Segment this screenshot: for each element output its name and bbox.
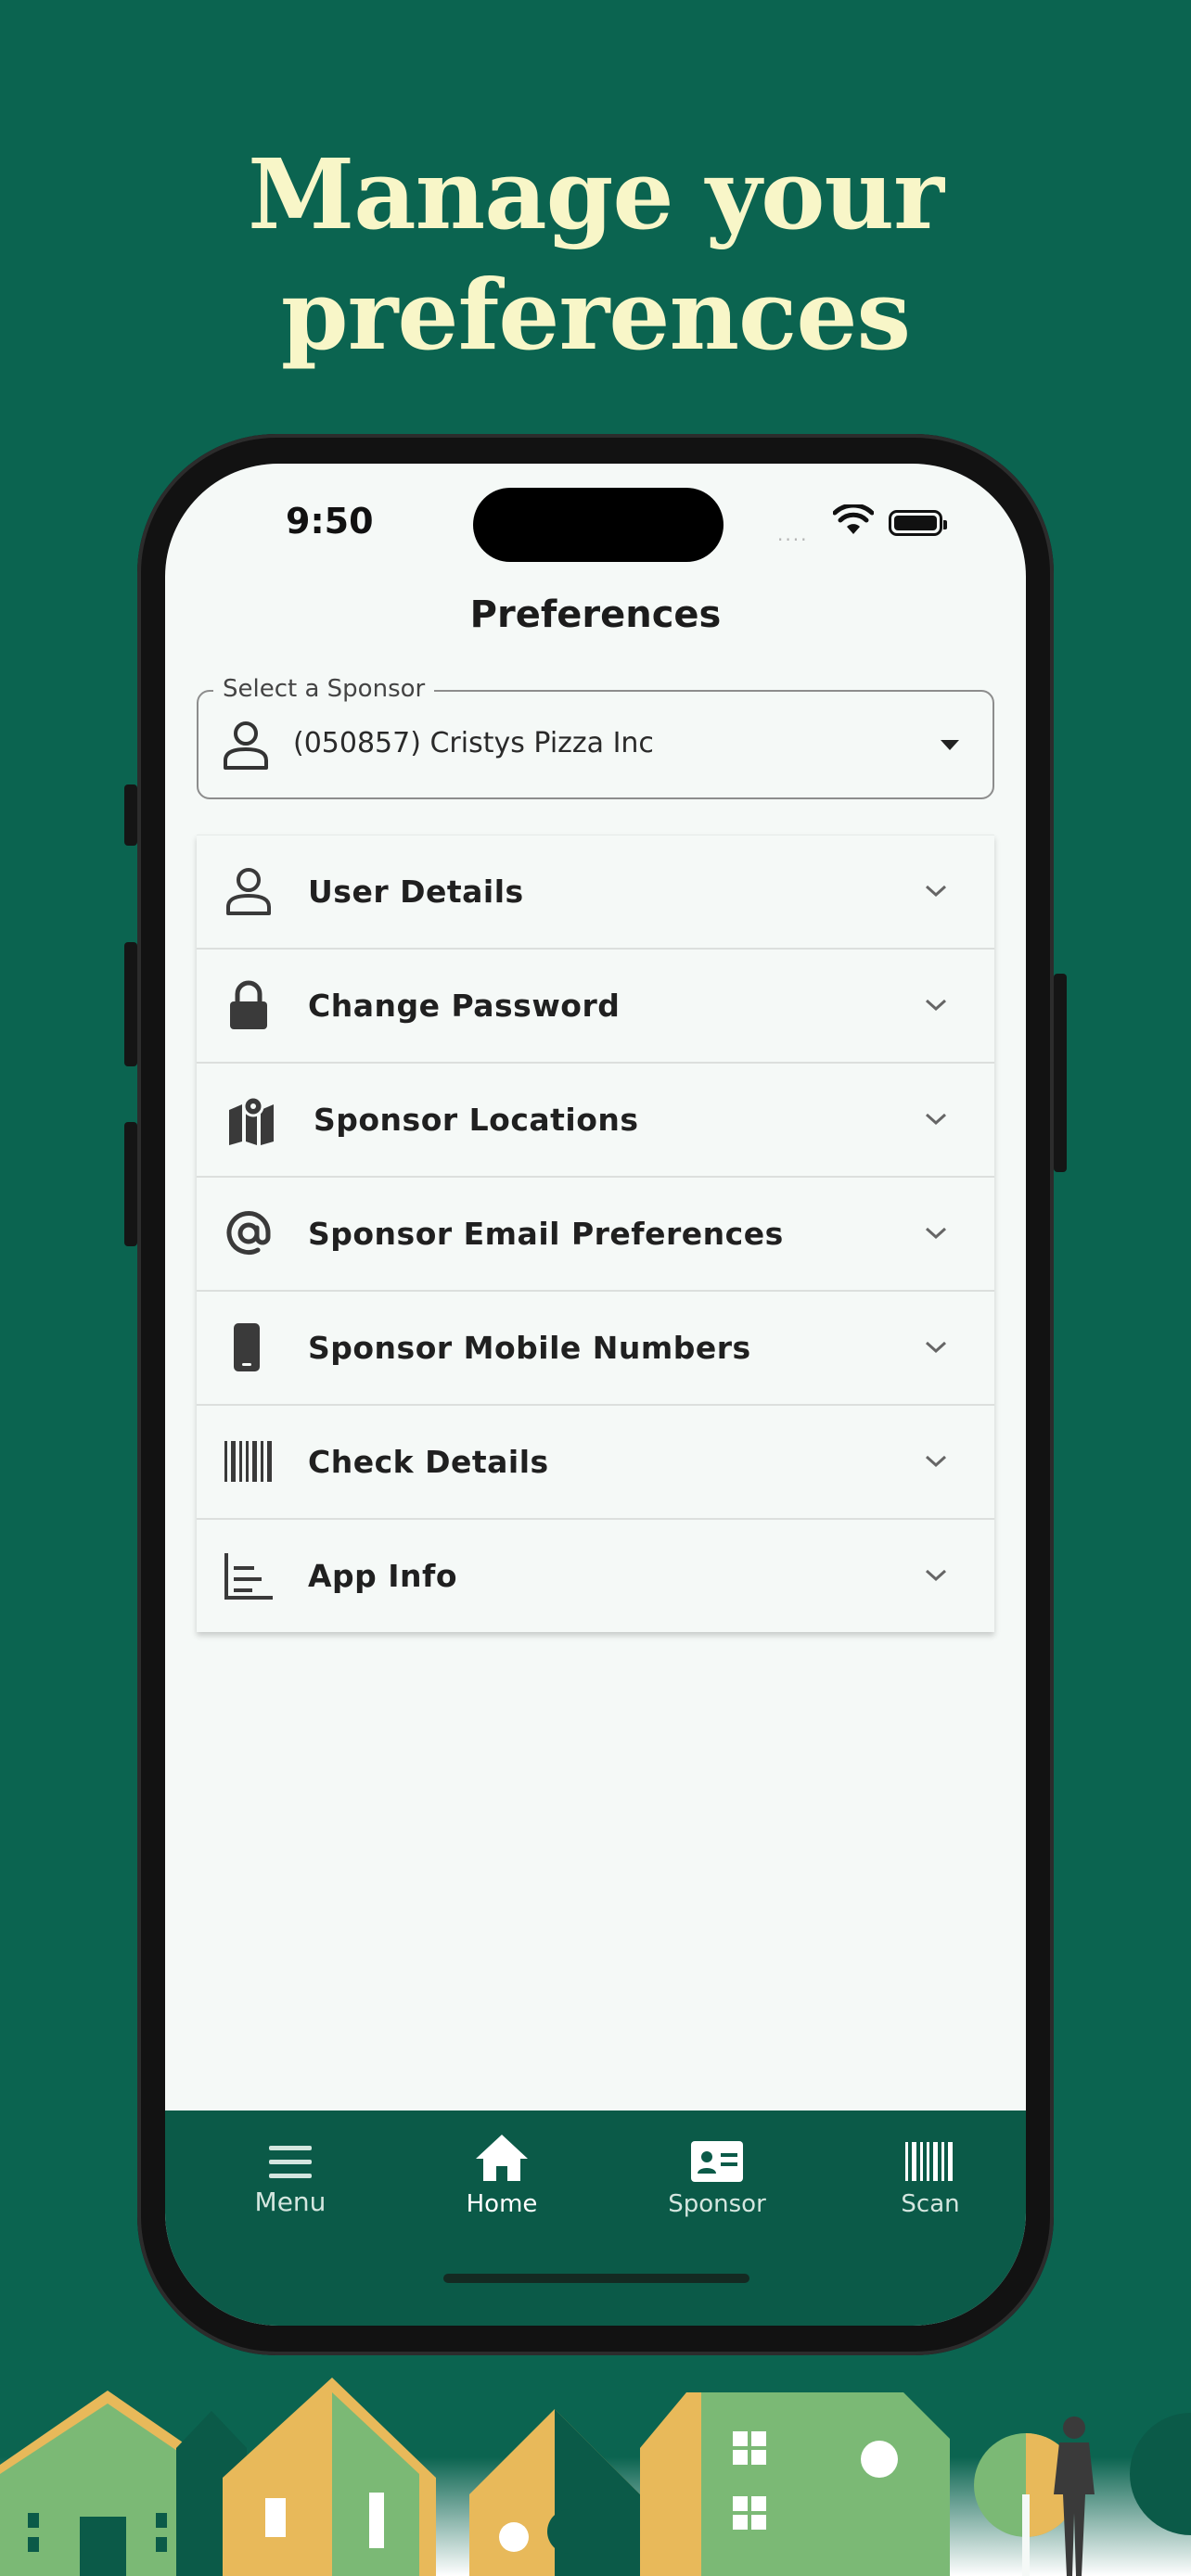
town-illustration — [0, 2378, 1191, 2576]
lock-icon — [230, 980, 267, 1029]
barcode-icon — [905, 2142, 953, 2181]
tab-label: Home — [466, 2190, 538, 2218]
section-check-details[interactable]: Check Details — [197, 1406, 994, 1520]
chevron-down-icon — [925, 999, 947, 1012]
tab-label: Sponsor — [668, 2190, 766, 2218]
preferences-list: User Details Change Password Sponsor Loc… — [197, 835, 994, 1632]
tab-label: Scan — [901, 2190, 960, 2218]
dropdown-caret-icon — [941, 740, 959, 750]
dynamic-island — [473, 488, 724, 562]
page-title: Preferences — [469, 593, 722, 636]
wifi-icon — [833, 504, 874, 534]
tab-home[interactable]: Home — [428, 2127, 576, 2218]
barcode-icon — [224, 1441, 272, 1482]
section-app-info[interactable]: App Info — [197, 1520, 994, 1632]
chevron-down-icon — [925, 1227, 947, 1240]
chevron-down-icon — [925, 885, 947, 898]
sponsor-select-label: Select a Sponsor — [213, 675, 435, 703]
section-label: Sponsor Mobile Numbers — [308, 1330, 751, 1366]
section-user-details[interactable]: User Details — [197, 835, 994, 950]
section-label: User Details — [308, 874, 524, 910]
phone-volume-down — [124, 1122, 137, 1246]
home-icon — [476, 2135, 528, 2181]
home-indicator — [443, 2274, 749, 2283]
chevron-down-icon — [925, 1569, 947, 1582]
tab-label: Menu — [254, 2187, 327, 2217]
chevron-down-icon — [925, 1113, 947, 1126]
section-label: Change Password — [308, 988, 621, 1024]
sponsor-select-value: (050857) Cristys Pizza Inc — [293, 727, 654, 759]
section-label: Sponsor Email Preferences — [308, 1216, 784, 1252]
sponsor-select[interactable]: Select a Sponsor (050857) Cristys Pizza … — [197, 675, 994, 799]
at-sign-icon — [226, 1211, 271, 1256]
phone-frame: 9:50 .... Preferences Select a Sponsor (… — [137, 434, 1054, 2355]
status-time: 9:50 — [286, 501, 374, 542]
cellular-signal-icon: .... — [777, 523, 809, 545]
headline-line-1: Manage your — [248, 137, 944, 251]
id-card-icon — [691, 2141, 743, 2182]
section-label: Check Details — [308, 1444, 549, 1480]
tab-sponsor[interactable]: Sponsor — [643, 2127, 791, 2218]
status-bar: 9:50 .... — [165, 464, 1026, 575]
section-label: Sponsor Locations — [314, 1102, 639, 1138]
section-change-password[interactable]: Change Password — [197, 950, 994, 1064]
section-sponsor-locations[interactable]: Sponsor Locations — [197, 1064, 994, 1178]
tab-scan[interactable]: Scan — [856, 2127, 1005, 2218]
marketing-headline: Manage your preferences — [0, 134, 1191, 376]
section-sponsor-mobile-numbers[interactable]: Sponsor Mobile Numbers — [197, 1292, 994, 1406]
map-icon — [229, 1095, 274, 1145]
menu-icon — [269, 2146, 312, 2178]
section-sponsor-email-preferences[interactable]: Sponsor Email Preferences — [197, 1178, 994, 1292]
headline-line-2: preferences — [280, 258, 911, 372]
bottom-tab-bar: Menu Home Sponsor Scan — [165, 2111, 1026, 2326]
chart-icon — [224, 1553, 273, 1600]
mobile-phone-icon — [234, 1323, 260, 1371]
phone-mute-switch — [124, 784, 137, 846]
person-icon — [224, 721, 268, 770]
chevron-down-icon — [925, 1455, 947, 1468]
battery-icon — [889, 510, 947, 536]
phone-screen: 9:50 .... Preferences Select a Sponsor (… — [165, 464, 1026, 2326]
tab-menu[interactable]: Menu — [216, 2127, 365, 2217]
person-icon — [226, 868, 271, 915]
phone-power-button — [1054, 974, 1067, 1172]
section-label: App Info — [308, 1558, 458, 1594]
chevron-down-icon — [925, 1341, 947, 1354]
phone-volume-up — [124, 942, 137, 1066]
